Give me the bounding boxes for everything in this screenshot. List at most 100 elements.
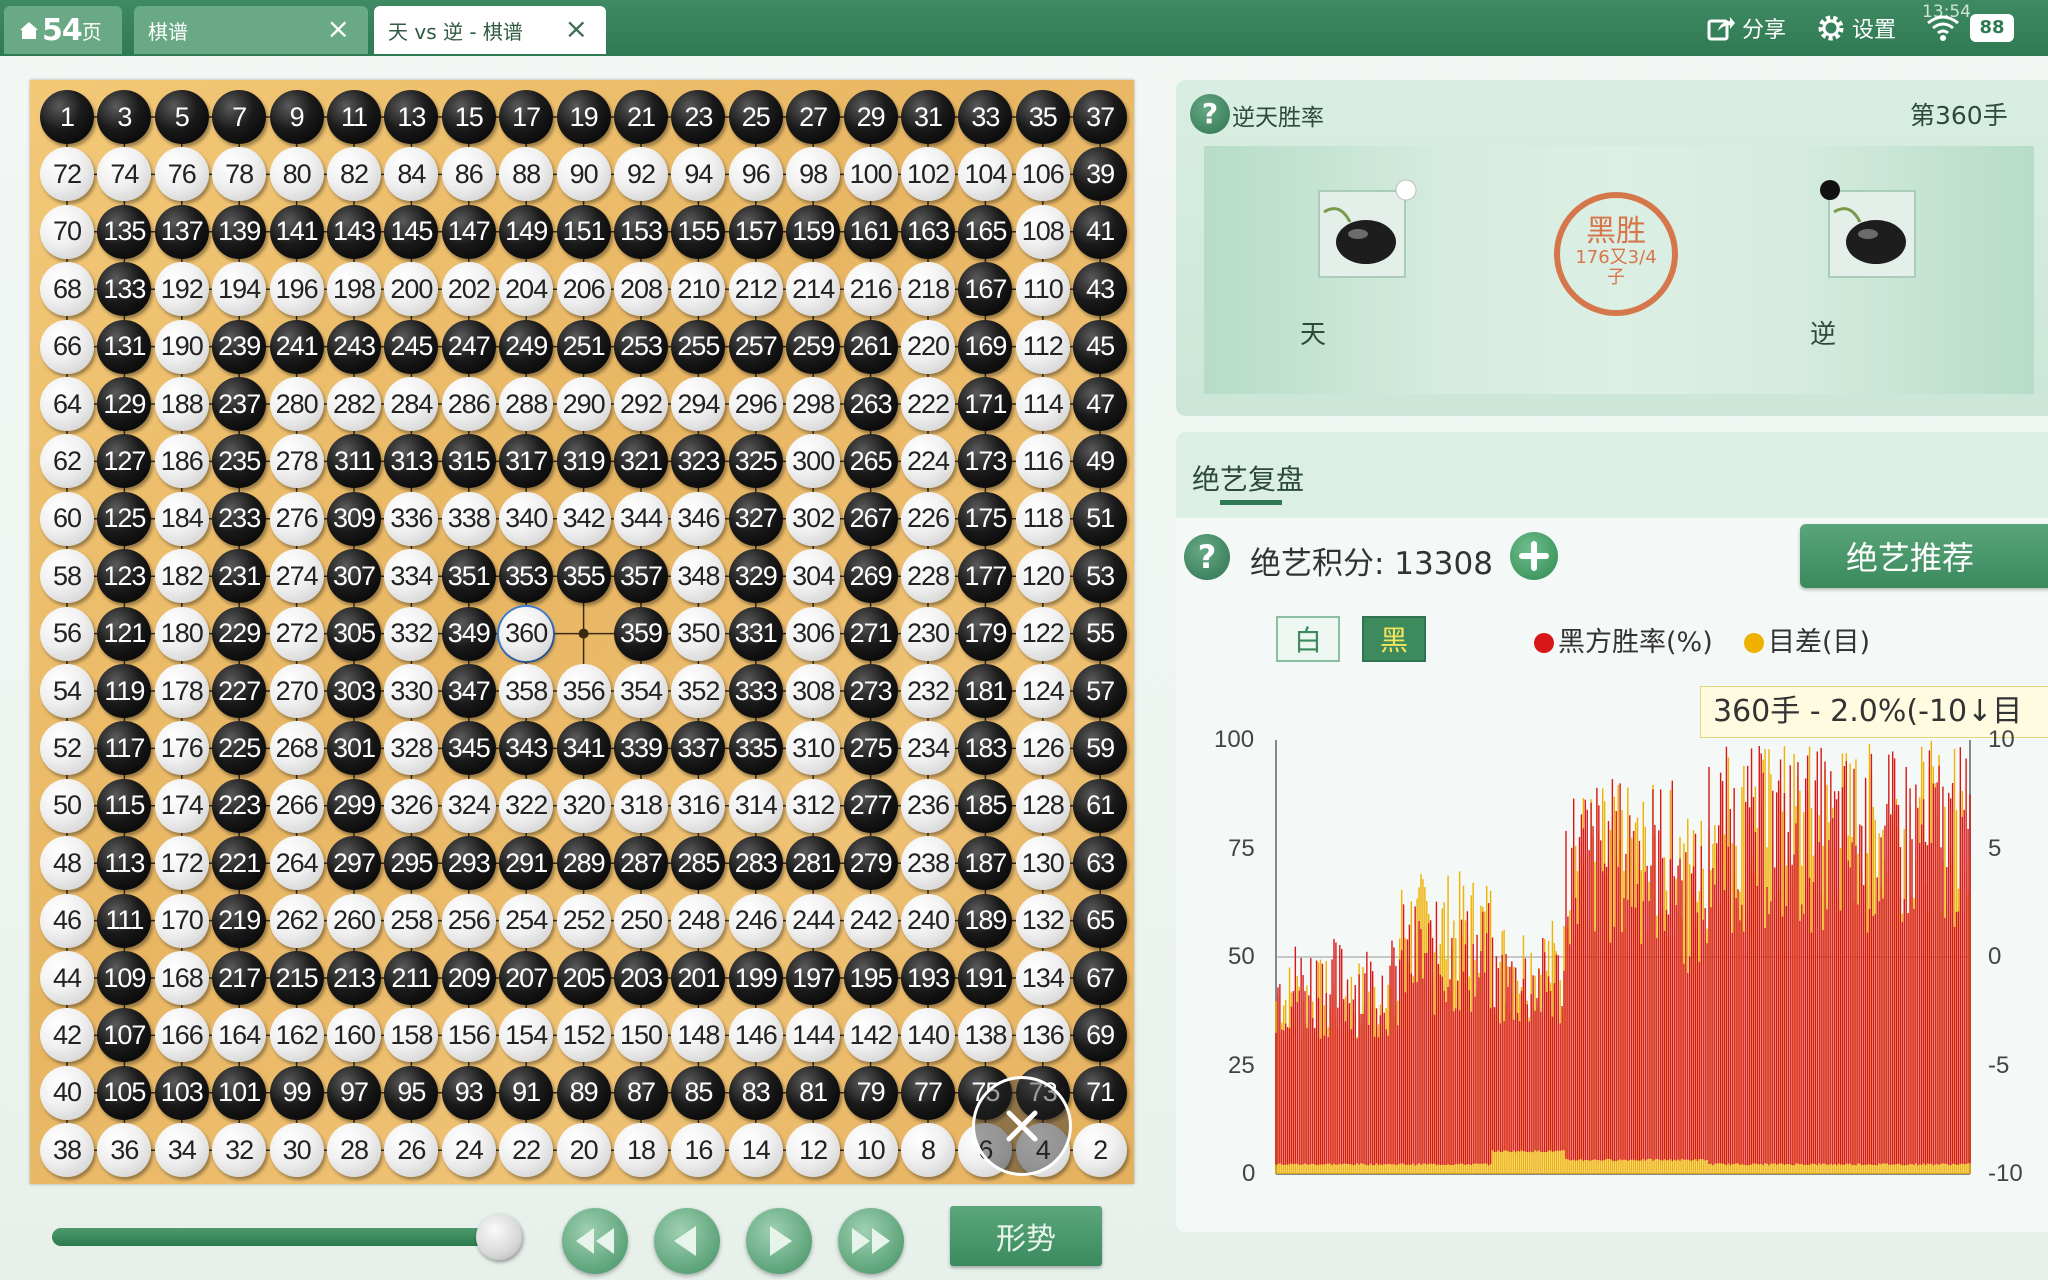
- black-stone: 185: [958, 778, 1013, 833]
- white-stone: 100: [843, 147, 898, 202]
- white-stone: 254: [499, 893, 554, 948]
- black-stone: 103: [154, 1065, 209, 1120]
- white-stone: 250: [614, 893, 668, 948]
- winrate-chart[interactable]: [1260, 734, 1980, 1182]
- white-stone: 236: [901, 778, 955, 833]
- white-stone: 92: [614, 147, 668, 202]
- white-stone: 342: [556, 491, 611, 546]
- black-stone: 249: [499, 319, 554, 374]
- toggle-white[interactable]: 白: [1276, 616, 1340, 662]
- black-stone: 291: [499, 836, 554, 891]
- black-stone: 279: [843, 836, 898, 891]
- player-black-avatar[interactable]: [1828, 190, 1916, 278]
- add-score-button[interactable]: [1510, 532, 1558, 580]
- fast-backward-icon: [576, 1228, 614, 1254]
- black-stone: 141: [269, 204, 324, 259]
- help-icon[interactable]: ?: [1190, 94, 1230, 134]
- white-stone: 286: [441, 377, 496, 431]
- analysis-tabs: [1176, 432, 2048, 518]
- black-stone: 263: [843, 377, 898, 431]
- white-stone: 340: [499, 491, 554, 546]
- black-stone: 129: [97, 377, 152, 431]
- black-stone: 305: [327, 606, 381, 661]
- ai-recommend-button[interactable]: 绝艺推荐: [1800, 524, 2048, 588]
- black-stone: 215: [269, 951, 324, 1005]
- black-stone: 29: [843, 90, 898, 144]
- black-stone: 233: [212, 491, 267, 546]
- black-stone: 11: [327, 90, 381, 144]
- situation-button[interactable]: 形势: [950, 1206, 1102, 1266]
- black-stone: 105: [97, 1065, 152, 1120]
- white-stone: 160: [327, 1008, 381, 1063]
- tab-current-game[interactable]: 天 vs 逆 - 棋谱 ×: [374, 6, 606, 54]
- white-stone: 20: [556, 1123, 611, 1178]
- white-stone: 122: [1015, 606, 1070, 661]
- close-overlay-button[interactable]: [972, 1076, 1072, 1176]
- black-stone: 65: [1073, 893, 1128, 948]
- black-stone: 277: [843, 778, 898, 833]
- move-slider-handle[interactable]: [475, 1214, 522, 1260]
- black-stone: 315: [441, 434, 496, 489]
- white-stone: 64: [40, 377, 94, 431]
- black-stone: 189: [958, 893, 1013, 948]
- player-white-avatar[interactable]: [1318, 190, 1406, 278]
- close-tab-icon[interactable]: ×: [327, 14, 350, 44]
- share-label: 分享: [1742, 18, 1787, 43]
- next-move-button[interactable]: [746, 1208, 812, 1274]
- black-stone: 245: [384, 319, 439, 374]
- white-stone: 116: [1015, 434, 1070, 489]
- black-stone: 351: [441, 549, 496, 604]
- share-button[interactable]: 分享: [1706, 6, 1786, 50]
- white-stone: 34: [154, 1123, 209, 1178]
- black-stone: 93: [441, 1065, 496, 1120]
- black-stone: 289: [556, 836, 611, 891]
- close-tab-icon[interactable]: ×: [565, 14, 588, 44]
- black-stone: 87: [614, 1065, 668, 1120]
- tab-home-label: 页: [81, 19, 102, 44]
- black-stone: 143: [327, 204, 381, 259]
- white-stone: 358: [499, 664, 554, 718]
- white-stone: 354: [614, 664, 668, 718]
- white-stone: 294: [671, 377, 726, 431]
- fast-forward-button[interactable]: [838, 1208, 904, 1274]
- white-stone: 264: [269, 836, 324, 891]
- white-stone-indicator-icon: [1395, 179, 1417, 201]
- white-stone: 114: [1015, 377, 1070, 431]
- black-stone: 35: [1015, 90, 1070, 144]
- white-stone: 28: [327, 1123, 381, 1178]
- move-slider[interactable]: [52, 1228, 522, 1246]
- legend-diff-label: 目差(目): [1768, 627, 1871, 658]
- black-stone: 165: [958, 204, 1013, 259]
- white-stone: 216: [843, 262, 898, 317]
- white-stone: 350: [671, 606, 726, 661]
- white-stone: 120: [1015, 549, 1070, 604]
- go-board[interactable]: 1 3 5 7 9 11 13 15 17 19 21 23 25 27 29 31 33 35 37 39 135 13…: [30, 80, 1134, 1184]
- white-stone: 282: [327, 377, 381, 431]
- black-stone: 175: [958, 491, 1013, 546]
- tab-home[interactable]: 54 页: [4, 6, 122, 54]
- black-stone: 139: [212, 204, 267, 259]
- white-stone: 58: [40, 549, 94, 604]
- black-stone: 207: [499, 951, 554, 1005]
- black-stone: 257: [728, 319, 783, 374]
- help-icon[interactable]: ?: [1184, 534, 1230, 580]
- black-stone: 67: [1073, 951, 1128, 1005]
- white-stone: 54: [40, 664, 94, 718]
- black-stone: 321: [614, 434, 668, 489]
- previous-move-button[interactable]: [654, 1208, 720, 1274]
- white-stone: 90: [556, 147, 611, 202]
- fast-backward-button[interactable]: [562, 1208, 628, 1274]
- next-icon: [770, 1226, 792, 1256]
- black-stone: 155: [671, 204, 726, 259]
- tab-game-record[interactable]: 棋谱 ×: [134, 6, 368, 54]
- white-stone: 198: [327, 262, 381, 317]
- white-stone: 218: [901, 262, 955, 317]
- toggle-black[interactable]: 黑: [1362, 616, 1426, 662]
- black-stone: 195: [843, 951, 898, 1005]
- black-stone: 149: [499, 204, 554, 259]
- black-stone: 3: [97, 90, 152, 144]
- tab-ai-review[interactable]: 绝艺复盘: [1192, 458, 1304, 498]
- black-stone: 243: [327, 319, 381, 374]
- black-stone: 349: [441, 606, 496, 661]
- settings-button[interactable]: 设置: [1816, 6, 1896, 50]
